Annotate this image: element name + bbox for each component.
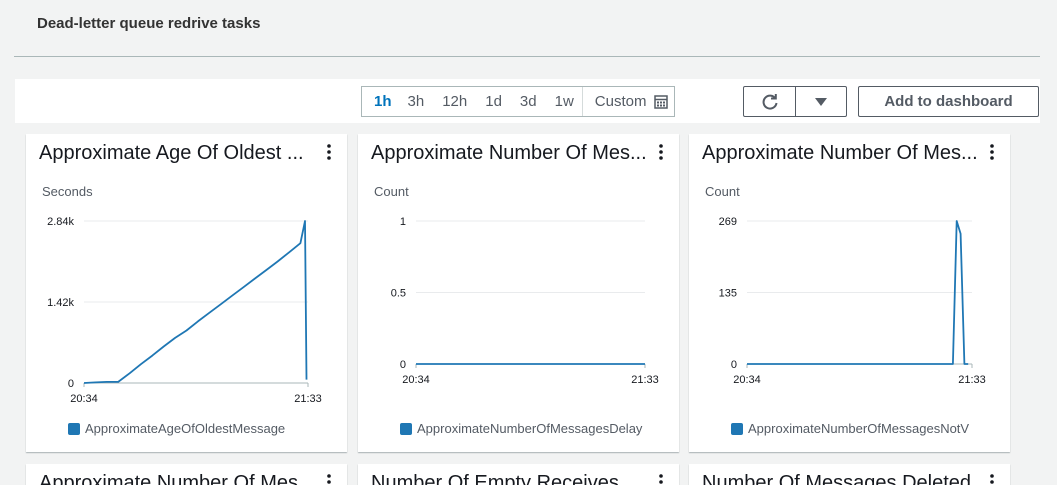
refresh-button[interactable] (743, 86, 796, 117)
x-tick-label: 21:33 (958, 374, 986, 386)
x-tick-label: 21:33 (631, 374, 659, 386)
widget-title: Approximate Age Of Oldest ... (39, 142, 304, 164)
range-1d-button[interactable]: 1d (475, 87, 510, 116)
y-tick-label: 0 (400, 359, 406, 371)
more-actions-icon[interactable] (658, 474, 664, 485)
line-chart: 0 1.42k 2.84k 20:34 21:33 (47, 216, 322, 405)
caret-down-icon (815, 97, 827, 106)
widget-messages-delayed: Approximate Number Of Mes... Count 0 0.5 1… (358, 134, 679, 452)
section-divider (14, 56, 1040, 57)
x-tick-label: 21:33 (294, 393, 322, 405)
widget-age-of-oldest-message: Approximate Age Of Oldest ... Seconds 0 1… (26, 134, 347, 452)
y-tick-label: 0.5 (391, 288, 406, 300)
widget-title: Approximate Number Of Mes... (702, 142, 978, 164)
legend-item[interactable]: ApproximateNumberOfMessagesDelay (400, 421, 670, 436)
x-tick-label: 20:34 (70, 393, 98, 405)
y-tick-label: 135 (719, 288, 737, 300)
x-tick-label: 20:34 (733, 374, 761, 386)
custom-range-label: Custom (594, 93, 647, 110)
y-tick-label: 2.84k (47, 216, 74, 228)
y-axis-unit: Seconds (42, 184, 93, 199)
widget-messages-not-visible: Approximate Number Of Mes... Count 0 135 2… (689, 134, 1010, 452)
y-axis-unit: Count (374, 184, 409, 199)
widget-title: Approximate Number Of Mes... (39, 472, 315, 485)
y-tick-label: 1.42k (47, 297, 74, 309)
range-1h-button[interactable]: 1h (362, 87, 400, 116)
legend-swatch (68, 422, 80, 435)
section-title: Dead-letter queue redrive tasks (37, 15, 261, 32)
legend-item[interactable]: ApproximateAgeOfOldestMessage (68, 421, 338, 436)
time-range-group: 1h 3h 12h 1d 3d 1w Custom (361, 86, 676, 117)
more-actions-icon[interactable] (326, 474, 332, 485)
legend-label: ApproximateAgeOfOldestMessage (85, 421, 286, 436)
legend-item[interactable]: ApproximateNumberOfMessagesNotV (731, 421, 1001, 436)
range-3h-button[interactable]: 3h (400, 87, 433, 116)
more-actions-icon[interactable] (989, 474, 995, 485)
widget-title: Approximate Number Of Mes... (371, 142, 647, 164)
more-actions-icon[interactable] (989, 144, 995, 160)
y-tick-label: 269 (719, 216, 737, 228)
widget-approximate-number: Approximate Number Of Mes... (26, 464, 347, 485)
x-tick-label: 20:34 (402, 374, 430, 386)
legend-swatch (400, 422, 412, 435)
y-tick-label: 0 (731, 359, 737, 371)
refresh-options-dropdown[interactable] (795, 86, 847, 117)
more-actions-icon[interactable] (658, 144, 664, 160)
add-to-dashboard-button[interactable]: Add to dashboard (858, 86, 1039, 117)
more-actions-icon[interactable] (326, 144, 332, 160)
widget-title: Number Of Messages Deleted (702, 472, 972, 485)
y-tick-label: 1 (400, 216, 406, 228)
widget-title: Number Of Empty Receives (371, 472, 619, 485)
range-3d-button[interactable]: 3d (510, 87, 545, 116)
legend-label: ApproximateNumberOfMessagesDelay (417, 421, 643, 436)
calendar-icon (654, 94, 669, 109)
y-axis-unit: Count (705, 184, 740, 199)
widget-empty-receives: Number Of Empty Receives (358, 464, 679, 485)
range-12h-button[interactable]: 12h (432, 87, 475, 116)
range-1w-button[interactable]: 1w (545, 87, 582, 116)
legend-swatch (731, 422, 743, 435)
line-chart: 0 135 269 20:34 21:33 (719, 216, 986, 386)
refresh-icon (762, 93, 777, 110)
widget-messages-deleted: Number Of Messages Deleted (689, 464, 1010, 485)
toolbar: 1h 3h 12h 1d 3d 1w Custom Add to dashboa… (15, 79, 1040, 123)
legend-label: ApproximateNumberOfMessagesNotV (748, 421, 970, 436)
line-chart: 0 0.5 1 20:34 21:33 (391, 216, 659, 386)
custom-range-button[interactable]: Custom (581, 87, 675, 116)
y-tick-label: 0 (68, 378, 74, 390)
